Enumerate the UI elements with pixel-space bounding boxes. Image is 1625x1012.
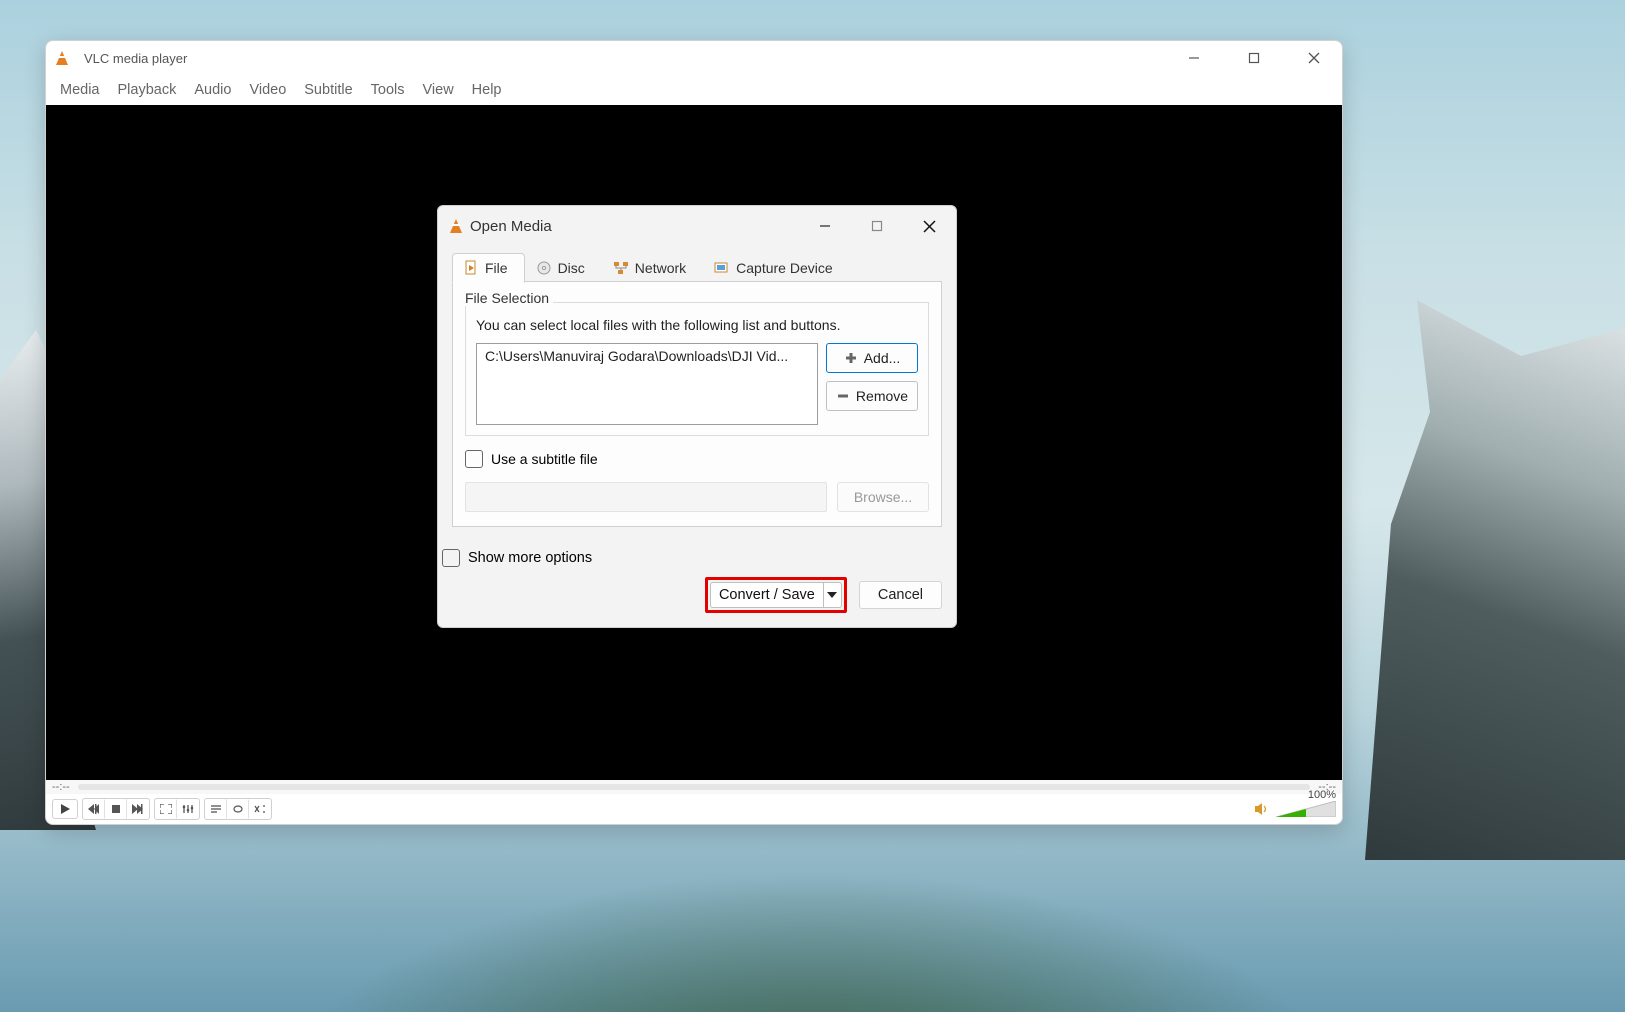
view-group — [154, 798, 200, 820]
dialog-maximize-button[interactable] — [862, 212, 892, 240]
capture-device-icon — [714, 260, 730, 276]
tab-file-label: File — [485, 260, 508, 276]
file-list[interactable]: C:\Users\Manuviraj Godara\Downloads\DJI … — [476, 343, 818, 425]
playlist-group — [204, 798, 272, 820]
dialog-title: Open Media — [470, 218, 552, 235]
tab-capture-label: Capture Device — [736, 260, 833, 276]
menu-media[interactable]: Media — [54, 79, 106, 101]
file-selection-description: You can select local files with the foll… — [476, 317, 918, 333]
minus-icon — [836, 389, 850, 403]
menu-help[interactable]: Help — [466, 79, 508, 101]
subtitle-checkbox[interactable] — [465, 450, 483, 468]
file-selection-legend: File Selection — [461, 290, 553, 306]
dialog-minimize-button[interactable] — [810, 212, 840, 240]
dialog-footer: Convert / Save Cancel — [438, 567, 956, 627]
elapsed-time[interactable]: --:-- — [52, 781, 70, 793]
cancel-button-label: Cancel — [878, 587, 923, 603]
subtitle-path-input — [465, 482, 827, 512]
subtitle-checkbox-label: Use a subtitle file — [491, 451, 598, 467]
tab-disc-label: Disc — [558, 260, 585, 276]
play-button[interactable] — [52, 799, 78, 819]
file-list-item[interactable]: C:\Users\Manuviraj Godara\Downloads\DJI … — [483, 347, 811, 365]
maximize-button[interactable] — [1236, 44, 1272, 72]
convert-save-label: Convert / Save — [719, 587, 815, 603]
plus-icon — [844, 351, 858, 365]
browse-subtitle-button: Browse... — [837, 482, 929, 512]
vlc-cone-icon — [56, 51, 68, 65]
seek-slider[interactable] — [78, 784, 1311, 790]
convert-save-dropdown[interactable] — [823, 583, 841, 607]
file-icon — [463, 260, 479, 276]
convert-save-main[interactable]: Convert / Save — [711, 583, 823, 607]
tab-network[interactable]: Network — [602, 253, 703, 283]
playback-controls: 100% — [46, 794, 1342, 824]
vlc-cone-icon — [450, 219, 462, 233]
playlist-button[interactable] — [205, 799, 227, 819]
extended-settings-button[interactable] — [177, 799, 199, 819]
convert-save-button[interactable]: Convert / Save — [710, 582, 842, 608]
tab-network-label: Network — [635, 260, 686, 276]
show-more-options-checkbox[interactable] — [442, 549, 460, 567]
tab-disc[interactable]: Disc — [525, 253, 602, 283]
loop-button[interactable] — [227, 799, 249, 819]
speaker-icon[interactable] — [1254, 802, 1270, 816]
show-more-options-label: Show more options — [468, 550, 592, 566]
tab-capture[interactable]: Capture Device — [703, 253, 850, 283]
show-more-options-row[interactable]: Show more options — [442, 549, 952, 567]
menu-subtitle[interactable]: Subtitle — [298, 79, 358, 101]
main-menubar: Media Playback Audio Video Subtitle Tool… — [46, 75, 1342, 105]
fullscreen-button[interactable] — [155, 799, 177, 819]
menu-view[interactable]: View — [417, 79, 460, 101]
skip-group — [82, 798, 150, 820]
subtitle-checkbox-row[interactable]: Use a subtitle file — [465, 450, 929, 468]
add-button[interactable]: Add... — [826, 343, 918, 373]
main-window-title: VLC media player — [84, 51, 1176, 66]
minimize-button[interactable] — [1176, 44, 1212, 72]
wallpaper-decor — [1365, 300, 1625, 860]
next-button[interactable] — [127, 799, 149, 819]
main-titlebar[interactable]: VLC media player — [46, 41, 1342, 75]
volume-percent: 100% — [1308, 789, 1336, 801]
disc-icon — [536, 260, 552, 276]
menu-audio[interactable]: Audio — [188, 79, 237, 101]
menu-playback[interactable]: Playback — [112, 79, 183, 101]
tutorial-highlight: Convert / Save — [705, 577, 847, 613]
file-selection-group: You can select local files with the foll… — [465, 302, 929, 436]
add-button-label: Add... — [864, 350, 901, 366]
network-icon — [613, 260, 629, 276]
dialog-titlebar[interactable]: Open Media — [438, 206, 956, 246]
menu-tools[interactable]: Tools — [365, 79, 411, 101]
dialog-tabs: File Disc Network Capture Device — [452, 252, 942, 282]
stop-button[interactable] — [105, 799, 127, 819]
remove-button[interactable]: Remove — [826, 381, 918, 411]
browse-button-label: Browse... — [854, 489, 912, 505]
seek-bar-row: --:-- --:-- — [46, 780, 1342, 794]
tab-file[interactable]: File — [452, 253, 525, 283]
close-button[interactable] — [1296, 44, 1332, 72]
file-tab-panel: File Selection You can select local file… — [452, 281, 942, 527]
volume-slider[interactable]: 100% — [1276, 801, 1336, 817]
previous-button[interactable] — [83, 799, 105, 819]
shuffle-button[interactable] — [249, 799, 271, 819]
menu-video[interactable]: Video — [243, 79, 292, 101]
cancel-button[interactable]: Cancel — [859, 581, 942, 609]
dialog-close-button[interactable] — [914, 212, 944, 240]
remove-button-label: Remove — [856, 388, 908, 404]
open-media-dialog: Open Media File Disc — [437, 205, 957, 628]
